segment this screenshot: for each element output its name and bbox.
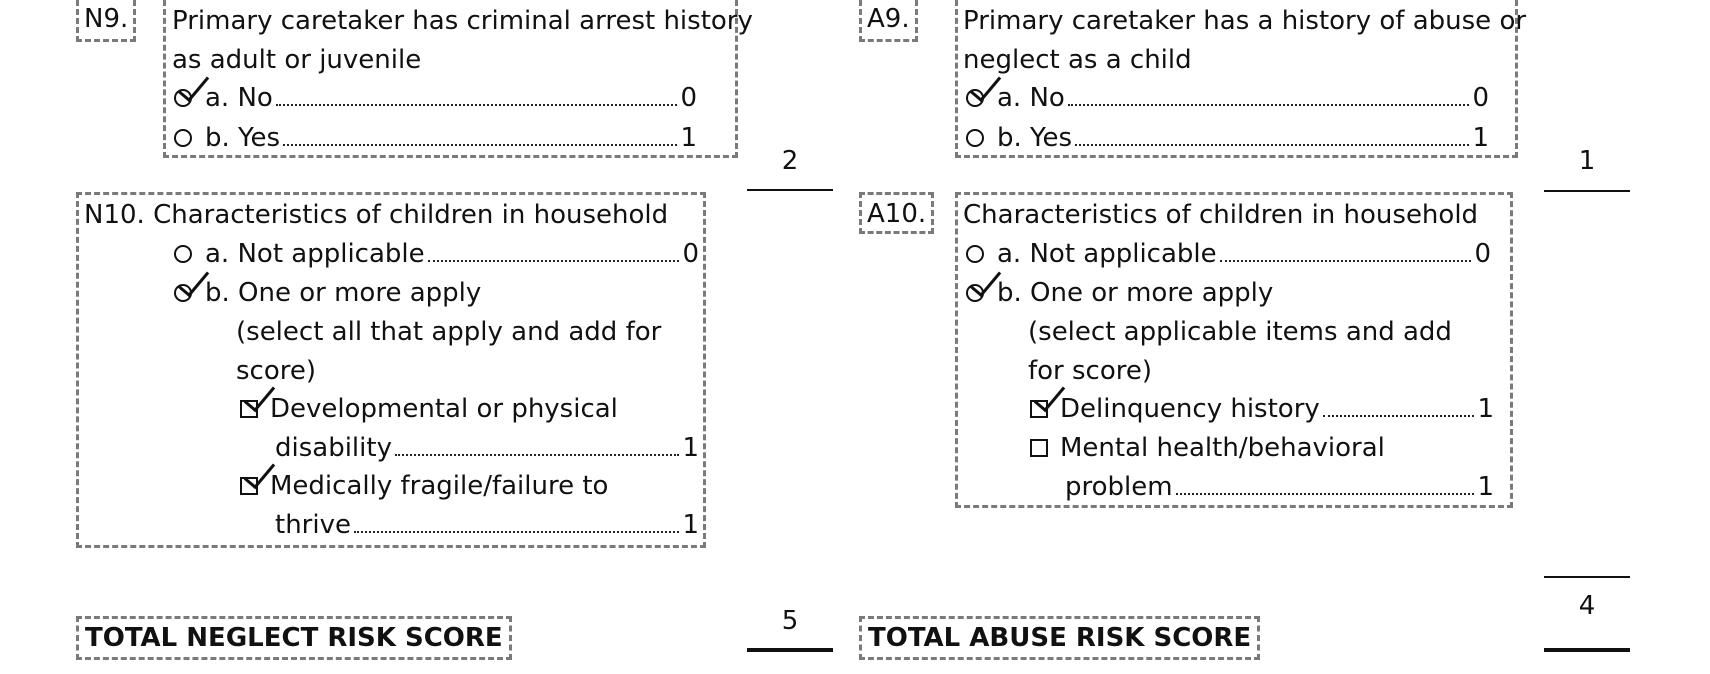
a9-option-a-label: a. No	[997, 83, 1065, 113]
n10-question-text: Characteristics of children in household	[153, 200, 669, 230]
abuse-total-upper-line	[1544, 576, 1630, 578]
a9-tag: A9.	[867, 4, 910, 34]
n10-option-a-leader	[427, 236, 680, 262]
neglect-subtotal-score: 2	[781, 146, 799, 176]
a10-tag-box: A10.	[859, 192, 935, 234]
n10-item2-leader	[353, 507, 680, 533]
a10-item1: Delinquency history 1	[1060, 390, 1494, 428]
a9-option-b-value: 1	[1472, 123, 1489, 153]
n9-option-a[interactable]: a. No 0	[205, 79, 697, 117]
a9-option-a-value: 0	[1472, 83, 1489, 113]
n9-tag-box: N9.	[76, 0, 137, 42]
a10-option-a-radio[interactable]	[966, 245, 984, 263]
a10-item2-label-line2: problem	[1065, 472, 1173, 502]
total-neglect-label: TOTAL NEGLECT RISK SCORE	[76, 616, 512, 660]
a10-tag: A10.	[867, 199, 927, 229]
a9-option-b-radio[interactable]	[966, 129, 984, 147]
a10-option-a[interactable]: a. Not applicable 0	[997, 235, 1491, 273]
n9-option-b-radio[interactable]	[174, 129, 192, 147]
a10-item1-label: Delinquency history	[1060, 394, 1320, 424]
a10-note-line2: for score)	[1028, 356, 1153, 386]
n10-item1-label-line2: disability	[275, 433, 392, 463]
n10-item1-leader	[394, 430, 680, 456]
n9-option-b-label: b. Yes	[205, 123, 281, 153]
n10-item1-value: 1	[682, 433, 699, 463]
n9-tag: N9.	[84, 4, 129, 34]
n9-option-a-leader	[275, 80, 678, 106]
a9-question-line1: Primary caretaker has a history of abuse…	[963, 6, 1527, 36]
n9-question-line1: Primary caretaker has criminal arrest hi…	[172, 6, 753, 36]
total-abuse-label: TOTAL ABUSE RISK SCORE	[859, 616, 1261, 660]
a10-note-line1: (select applicable items and add	[1028, 317, 1452, 347]
a9-option-b-leader	[1075, 120, 1470, 146]
n9-option-a-value: 0	[680, 83, 697, 113]
a10-item2-value: 1	[1477, 472, 1494, 502]
a10-item2-checkbox[interactable]	[1030, 439, 1048, 457]
n10-item1-label-line1: Developmental or physical	[270, 394, 618, 424]
n10-item1: disability 1	[275, 429, 699, 467]
n10-item2-label-line2: thrive	[275, 510, 351, 540]
a10-question: Characteristics of children in household	[963, 200, 1479, 230]
n10-item2-label-line1: Medically fragile/failure to	[270, 471, 609, 501]
a10-option-a-label: a. Not applicable	[997, 239, 1217, 269]
abuse-subtotal-score: 1	[1578, 146, 1596, 176]
n10-option-a-value: 0	[682, 239, 699, 269]
total-abuse-score: 4	[1578, 591, 1596, 621]
n9-option-b[interactable]: b. Yes 1	[205, 119, 697, 157]
total-neglect-score: 5	[781, 606, 799, 636]
total-abuse-double-underline	[1544, 648, 1630, 652]
a10-item2-leader	[1175, 469, 1475, 495]
total-neglect-double-underline	[747, 648, 833, 652]
a10-option-a-leader	[1219, 236, 1472, 262]
n10-item2-value: 1	[682, 510, 699, 540]
neglect-subtotal-underline	[747, 189, 833, 191]
a9-tag-box: A9.	[859, 0, 918, 42]
a9-option-b[interactable]: b. Yes 1	[997, 119, 1489, 157]
a10-item2: problem 1	[1065, 468, 1494, 506]
n10-option-a-radio[interactable]	[174, 245, 192, 263]
n9-question-line2: as adult or juvenile	[172, 45, 422, 75]
a9-question-line2: neglect as a child	[963, 45, 1192, 75]
a10-item1-value: 1	[1477, 394, 1494, 424]
n10-option-a-label: a. Not applicable	[205, 239, 425, 269]
n10-tag: N10.	[84, 200, 145, 230]
n10-item2: thrive 1	[275, 506, 699, 544]
a9-option-a-leader	[1067, 80, 1470, 106]
a9-option-b-label: b. Yes	[997, 123, 1073, 153]
a10-option-b-label[interactable]: b. One or more apply	[997, 274, 1273, 312]
n10-option-a[interactable]: a. Not applicable 0	[205, 235, 699, 273]
a10-option-a-value: 0	[1474, 239, 1491, 269]
n9-option-b-leader	[283, 120, 678, 146]
a10-item2-label-line1: Mental health/behavioral	[1060, 433, 1385, 463]
n9-option-a-label: a. No	[205, 83, 273, 113]
abuse-subtotal-underline	[1544, 190, 1630, 192]
n10-question: N10. Characteristics of children in hous…	[84, 196, 668, 234]
n10-option-b-label[interactable]: b. One or more apply	[205, 274, 481, 312]
n10-note-line2: score)	[236, 356, 317, 386]
a9-option-a[interactable]: a. No 0	[997, 79, 1489, 117]
n9-option-b-value: 1	[680, 123, 697, 153]
a10-item1-leader	[1322, 391, 1475, 417]
n10-note-line1: (select all that apply and add for	[236, 317, 662, 347]
